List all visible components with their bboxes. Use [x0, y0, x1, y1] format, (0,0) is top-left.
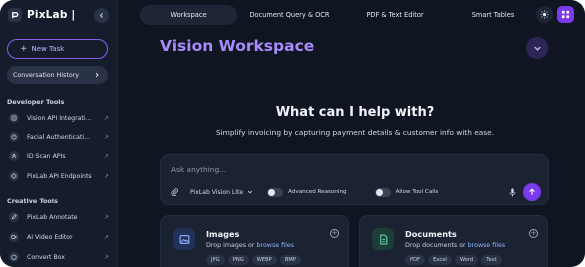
- vision-icon: [9, 113, 19, 123]
- model-select[interactable]: PixLab Vision Lite: [190, 189, 253, 196]
- send-button[interactable]: [523, 183, 541, 201]
- format-chips: PDF Excel Word Text: [405, 255, 502, 265]
- arrow-up-icon: [529, 188, 535, 195]
- model-select-label: PixLab Vision Lite: [190, 188, 244, 196]
- tab-document-query-ocr[interactable]: Document Query & OCR: [237, 5, 342, 25]
- format-chip: WEBP: [251, 255, 277, 265]
- page-title: Vision Workspace: [160, 37, 315, 55]
- sidebar-item-ai-video-editor[interactable]: AI Video Editor ↗: [9, 230, 109, 244]
- sidebar-item-label: AI Video Editor: [27, 233, 73, 241]
- face-icon: [9, 132, 19, 142]
- sidebar-item-pixlab-annotate[interactable]: PixLab Annotate ↗: [9, 210, 109, 224]
- sidebar-item-label: PixLab Annotate: [27, 213, 78, 221]
- sidebar-item-vision-api[interactable]: Vision API Integrati... ↗: [9, 111, 109, 125]
- format-chip: PDF: [405, 255, 426, 265]
- add-circle-icon[interactable]: +: [529, 229, 538, 238]
- conversation-history-button[interactable]: Conversation History: [7, 66, 108, 84]
- external-arrow-icon: ↗: [103, 172, 109, 180]
- video-icon: [9, 232, 19, 242]
- prompt-controls: PixLab Vision Lite Advanced Reasoning Al…: [171, 186, 438, 198]
- advanced-reasoning-toggle[interactable]: [267, 187, 284, 197]
- chevron-left-icon: [99, 13, 103, 18]
- new-task-button[interactable]: + New Task: [7, 39, 108, 59]
- top-navigation: Workspace Document Query & OCR PDF & Tex…: [140, 5, 538, 25]
- format-chip: Text: [481, 255, 502, 265]
- pixlab-logo-icon: [8, 8, 22, 22]
- attach-icon[interactable]: [171, 188, 178, 196]
- sidebar-item-label: PixLab API Endpoints: [27, 172, 92, 180]
- id-card-icon: [9, 151, 19, 161]
- conversation-history-label: Conversation History: [13, 71, 80, 79]
- ask-input[interactable]: [171, 163, 471, 175]
- sun-icon: [540, 10, 549, 19]
- brand-name: PixLab |: [27, 9, 76, 21]
- chevron-down-icon: [533, 46, 541, 51]
- section-title-creative-tools: Creative Tools: [7, 197, 58, 205]
- sidebar-item-label: Facial Authenticati...: [27, 133, 90, 141]
- microphone-icon: [509, 187, 515, 197]
- tab-smart-tables[interactable]: Smart Tables: [448, 5, 538, 25]
- card-title: Images: [206, 229, 240, 239]
- external-arrow-icon: ↗: [103, 233, 109, 241]
- external-arrow-icon: ↗: [103, 253, 109, 261]
- format-chip: BMP: [279, 255, 301, 265]
- advanced-reasoning-label: Advanced Reasoning: [288, 189, 347, 195]
- grid-icon: [561, 10, 570, 19]
- card-description: Drop images or browse files: [206, 242, 294, 249]
- chevron-right-icon: [95, 72, 99, 78]
- format-chips: JPG PNG WEBP BMP: [206, 255, 301, 265]
- sidebar-item-label: Convert Box: [27, 253, 65, 261]
- images-upload-card[interactable]: Images Drop images or browse files + JPG…: [160, 215, 349, 267]
- allow-tool-calls-label: Allow Tool Calls: [395, 189, 439, 195]
- add-circle-icon[interactable]: +: [330, 229, 339, 238]
- endpoints-icon: [9, 171, 19, 181]
- card-title: Documents: [405, 229, 457, 239]
- section-title-developer-tools: Developer Tools: [7, 98, 65, 106]
- format-chip: PNG: [227, 255, 249, 265]
- brand[interactable]: PixLab |: [8, 8, 75, 22]
- workspace-menu-button[interactable]: [526, 37, 548, 59]
- box-icon: [9, 252, 19, 262]
- sidebar-item-api-endpoints[interactable]: PixLab API Endpoints ↗: [9, 169, 109, 183]
- apps-grid-button[interactable]: [557, 6, 574, 23]
- document-icon: [372, 228, 394, 250]
- allow-tool-calls-toggle[interactable]: [374, 187, 391, 197]
- app-window: PixLab | + New Task Conversation History…: [0, 0, 585, 267]
- chevron-down-icon: [248, 190, 253, 194]
- sidebar-item-label: Vision API Integrati...: [27, 114, 92, 122]
- external-arrow-icon: ↗: [103, 133, 109, 141]
- browse-files-link[interactable]: browse files: [468, 242, 505, 249]
- sidebar-item-id-scan[interactable]: ID Scan APIs ↗: [9, 149, 109, 163]
- external-arrow-icon: ↗: [103, 152, 109, 160]
- theme-toggle-button[interactable]: [536, 6, 553, 23]
- browse-files-link[interactable]: browse files: [257, 242, 294, 249]
- prompt-box: PixLab Vision Lite Advanced Reasoning Al…: [160, 154, 549, 205]
- microphone-button[interactable]: [507, 185, 517, 199]
- sidebar: PixLab | + New Task Conversation History…: [0, 0, 118, 267]
- new-task-label: New Task: [31, 45, 65, 53]
- card-description: Drop documents or browse files: [405, 242, 505, 249]
- tab-workspace[interactable]: Workspace: [140, 5, 237, 25]
- subheadline: Simplify invoicing by capturing payment …: [215, 128, 495, 137]
- documents-upload-card[interactable]: Documents Drop documents or browse files…: [359, 215, 548, 267]
- plus-icon: +: [20, 43, 28, 54]
- collapse-sidebar-button[interactable]: [94, 8, 109, 23]
- sidebar-item-label: ID Scan APIs: [27, 152, 66, 160]
- format-chip: Excel: [428, 255, 452, 265]
- sidebar-item-convert-box[interactable]: Convert Box ↗: [9, 250, 109, 264]
- headline: What can I help with?: [275, 105, 435, 120]
- tab-pdf-text-editor[interactable]: PDF & Text Editor: [342, 5, 448, 25]
- pencil-icon: [9, 212, 19, 222]
- format-chip: Word: [454, 255, 479, 265]
- external-arrow-icon: ↗: [103, 114, 109, 122]
- format-chip: JPG: [206, 255, 225, 265]
- sidebar-item-facial-auth[interactable]: Facial Authenticati... ↗: [9, 130, 109, 144]
- card-description-text: Drop images or: [206, 242, 257, 249]
- external-arrow-icon: ↗: [103, 213, 109, 221]
- image-icon: [173, 228, 195, 250]
- card-description-text: Drop documents or: [405, 242, 468, 249]
